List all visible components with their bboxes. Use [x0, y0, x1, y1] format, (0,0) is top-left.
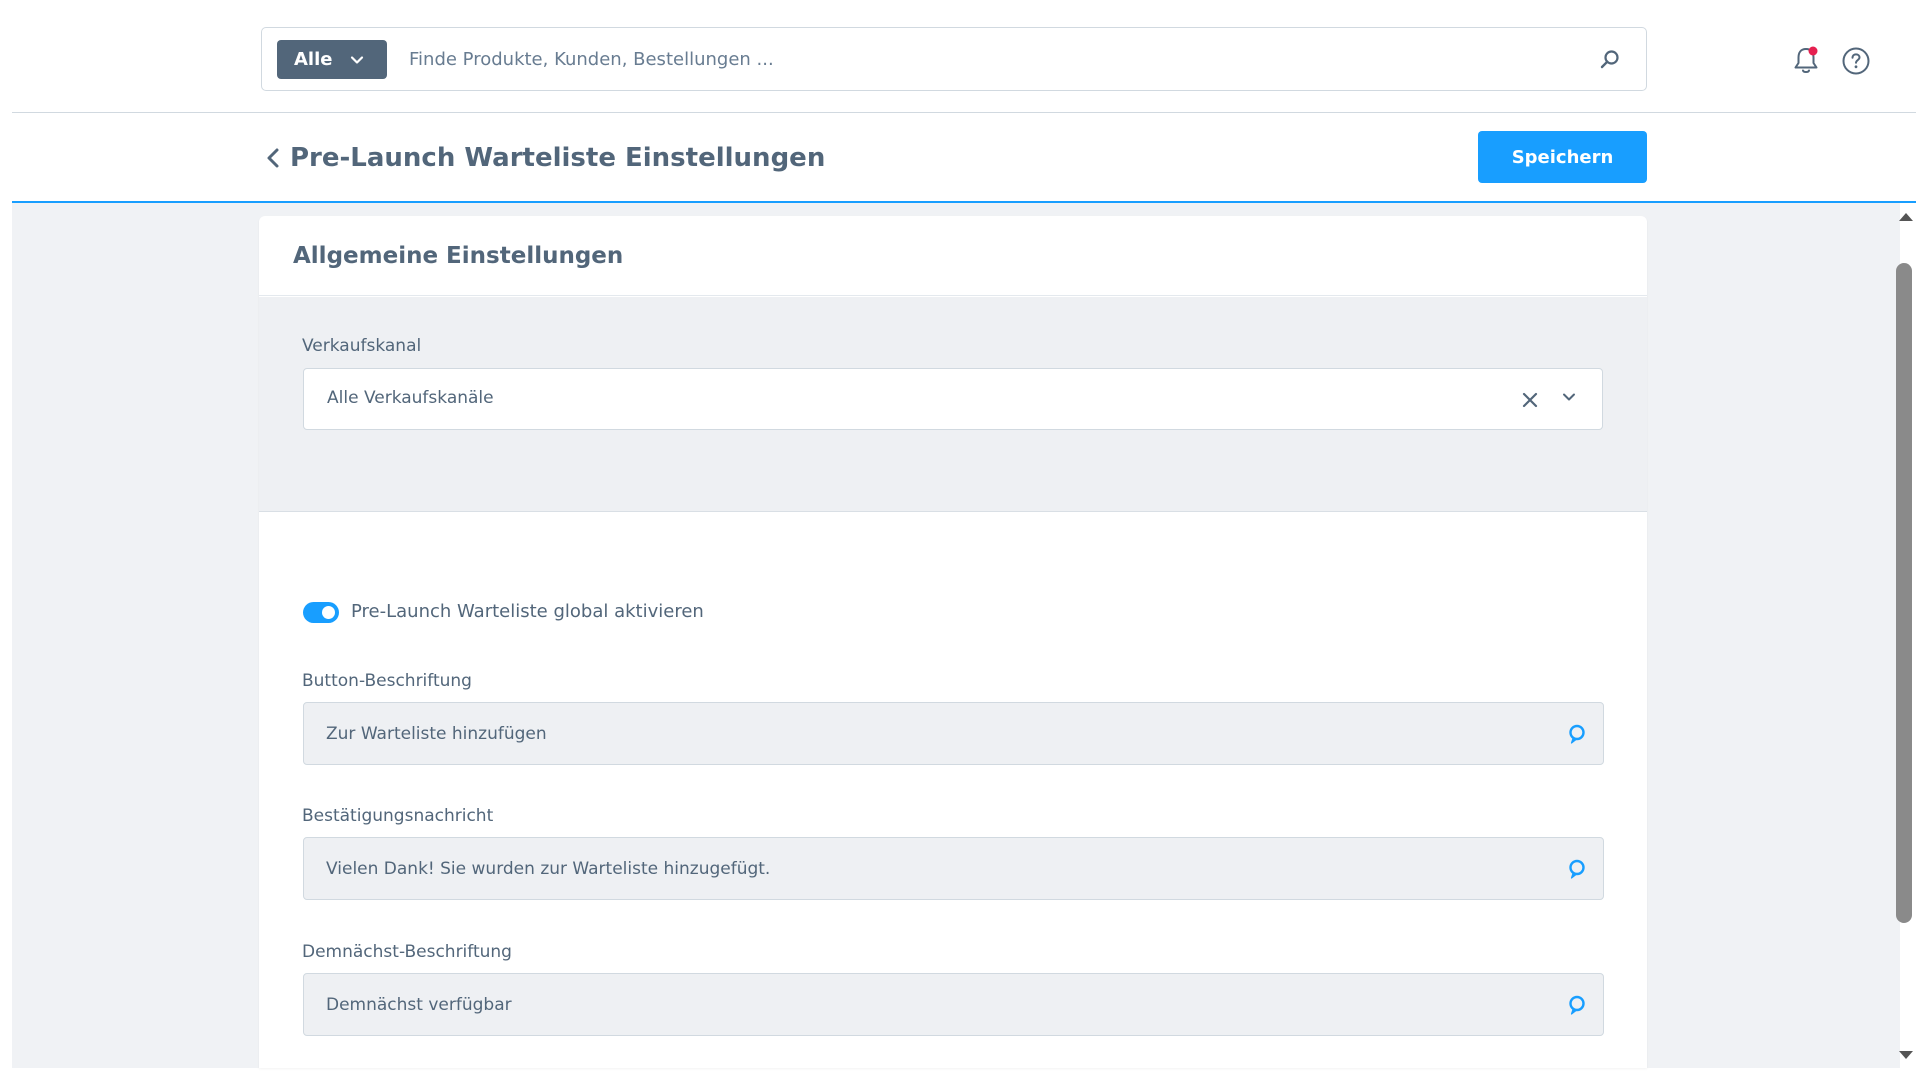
coming-soon-field — [303, 973, 1604, 1036]
chevron-down-icon[interactable] — [1561, 389, 1577, 405]
help-icon[interactable] — [1840, 45, 1872, 77]
translate-icon[interactable] — [1566, 723, 1588, 745]
scroll-down-icon[interactable] — [1899, 1051, 1913, 1059]
translate-icon[interactable] — [1566, 858, 1588, 880]
scroll-up-icon[interactable] — [1899, 213, 1913, 221]
toggle-knob — [322, 606, 335, 619]
button-label-field-label: Button-Beschriftung — [302, 671, 472, 691]
coming-soon-input[interactable] — [326, 974, 1546, 1035]
chevron-down-icon — [351, 55, 364, 64]
search-input[interactable] — [409, 40, 1589, 79]
card-title: Allgemeine Einstellungen — [293, 243, 624, 269]
page-title: Pre-Launch Warteliste Einstellungen — [290, 143, 826, 173]
settings-card: Allgemeine Einstellungen Verkaufskanal A… — [259, 216, 1647, 1068]
global-search: Alle — [261, 27, 1647, 91]
sales-channel-select[interactable]: Alle Verkaufskanäle — [303, 368, 1603, 430]
sales-channel-value: Alle Verkaufskanäle — [327, 388, 494, 408]
bell-icon[interactable] — [1790, 45, 1822, 77]
search-type-label: Alle — [294, 49, 333, 70]
search-icon[interactable] — [1598, 48, 1622, 72]
confirmation-message-field-label: Bestätigungsnachricht — [302, 806, 494, 826]
confirmation-message-input[interactable] — [326, 838, 1546, 899]
scroll-thumb[interactable] — [1896, 263, 1912, 923]
top-bar: Alle — [0, 0, 1920, 113]
sales-channel-label: Verkaufskanal — [302, 336, 422, 356]
waitlist-global-toggle[interactable] — [303, 602, 339, 623]
waitlist-global-toggle-label: Pre-Launch Warteliste global aktivieren — [351, 601, 704, 622]
card-header: Allgemeine Einstellungen — [259, 216, 1647, 296]
page-scrollbar[interactable] — [1892, 203, 1920, 1068]
close-icon[interactable] — [1520, 390, 1540, 410]
coming-soon-field-label: Demnächst-Beschriftung — [302, 942, 512, 962]
chevron-left-icon[interactable] — [264, 146, 282, 170]
save-button[interactable]: Speichern — [1478, 131, 1647, 183]
translate-icon[interactable] — [1566, 994, 1588, 1016]
confirmation-message-field — [303, 837, 1604, 900]
button-label-field — [303, 702, 1604, 765]
search-type-dropdown[interactable]: Alle — [277, 40, 387, 79]
button-label-input[interactable] — [326, 703, 1546, 764]
